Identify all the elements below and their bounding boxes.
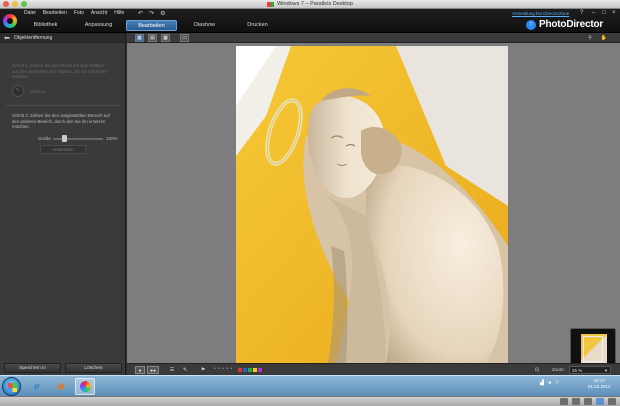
minimize-button[interactable]: – (592, 10, 595, 16)
object-removal-panel: ⬅ Objektentfernung Schritt 1: Ziehen Sie… (0, 33, 126, 375)
firefox-icon[interactable]: ◉ (51, 378, 71, 395)
bottom-toolbar: ● ●● ☰ ✎ ⚑ • • • • • ⊡ Zoom: 25 % ▼ (127, 363, 620, 375)
maximize-button[interactable]: □ (602, 10, 606, 16)
brand: ↑ PhotoDirector (526, 19, 603, 30)
label-yellow[interactable] (253, 368, 257, 372)
host-usb-icon[interactable] (572, 398, 580, 405)
tab-library[interactable]: Bibliothek (20, 20, 71, 31)
save-as-button[interactable]: Speichern in (4, 363, 61, 373)
clock[interactable]: 19:17 01.03.2012 (588, 378, 611, 390)
grid-view-icon[interactable]: ▦ (161, 34, 170, 42)
menu-bar: Datei Bearbeiten Foto Ansicht Hilfe (24, 10, 124, 16)
clock-date: 01.03.2012 (588, 384, 611, 389)
menu-photo[interactable]: Foto (74, 10, 84, 16)
photodirector-app: Datei Bearbeiten Foto Ansicht Hilfe ↶ ↷ … (0, 9, 620, 375)
apply-button[interactable]: Anwenden (40, 145, 86, 154)
window-controls (3, 1, 27, 7)
app-header: Datei Bearbeiten Foto Ansicht Hilfe ↶ ↷ … (0, 9, 620, 33)
brand-name: PhotoDirector (539, 19, 604, 30)
divider (6, 105, 120, 106)
menu-view[interactable]: Ansicht (91, 10, 107, 16)
panel-title: Objektentfernung (13, 34, 53, 41)
fullscreen-icon[interactable]: ▭ (180, 34, 189, 42)
color-labels[interactable] (238, 368, 262, 372)
panel-header: ⬅ Objektentfernung (0, 33, 125, 43)
size-slider-handle[interactable] (62, 135, 67, 142)
host-title-bar: Windows 7 – Parallels Desktop (0, 0, 620, 9)
register-link[interactable]: Anmeldung bei DirectorZone (512, 11, 569, 16)
label-purple[interactable] (258, 368, 262, 372)
flag-icon[interactable]: ⚑ (197, 366, 209, 374)
start-button[interactable] (2, 377, 21, 396)
app-logo-icon (3, 14, 17, 28)
size-label: Größe (38, 136, 51, 141)
volume-icon[interactable]: ◄ (547, 380, 552, 386)
brush-button[interactable]: ✎ (12, 85, 24, 97)
minimize-icon[interactable] (12, 1, 18, 7)
internet-explorer-icon[interactable]: ℯ (27, 378, 47, 395)
tab-slideshow[interactable]: Diashow (179, 20, 230, 31)
rating-stars[interactable]: • • • • • (214, 366, 233, 372)
host-keyboard-icon[interactable] (560, 398, 568, 405)
size-slider-track[interactable] (53, 138, 103, 140)
zoom-label: Zoom: (552, 367, 565, 372)
magnifier-icon[interactable]: ⚲ (585, 34, 595, 42)
host-display-icon[interactable] (596, 398, 604, 405)
host-settings-icon[interactable] (608, 398, 616, 405)
windows-taskbar: ℯ ◉ ▟ ◄ ⚐ 19:17 01.03.2012 (0, 375, 620, 396)
fit-icon[interactable]: ⊡ (532, 366, 542, 374)
step2-text: Schritt 2: Ziehen Sie den ausgewählten B… (12, 113, 110, 129)
delete-button[interactable]: Löschen (65, 363, 122, 373)
quick-tools: ↶ ↷ ⚙ (138, 10, 165, 17)
window-title: Windows 7 – Parallels Desktop (277, 1, 353, 7)
main-workspace: ▦ ▤ ▦ ▭ ⚲ ✋ ● ●● ☰ ✎ ⚑ • • • • • ⊡ Zoom:… (127, 33, 620, 375)
close-icon[interactable] (3, 1, 9, 7)
menu-file[interactable]: Datei (24, 10, 36, 16)
photodirector-task-icon[interactable] (75, 378, 95, 395)
hand-tool-icon[interactable]: ✋ (599, 34, 609, 42)
help-button[interactable]: ? (580, 10, 583, 16)
back-arrow-icon[interactable]: ⬅ (4, 34, 10, 42)
tab-print[interactable]: Drucken (232, 20, 283, 31)
single-person-icon[interactable]: ● (135, 366, 145, 374)
tab-edit[interactable]: Bearbeiten (126, 20, 177, 31)
zoom-value: 25 % (572, 368, 583, 373)
flag-tray-icon[interactable]: ⚐ (555, 380, 559, 386)
list-icon[interactable]: ☰ (167, 366, 177, 374)
panel-actions: Speichern in Löschen (0, 363, 126, 375)
label-blue[interactable] (243, 368, 247, 372)
parallels-flag-icon (267, 1, 275, 7)
label-green[interactable] (248, 368, 252, 372)
tab-adjustment[interactable]: Anpassung (73, 20, 124, 31)
single-view-icon[interactable]: ▦ (135, 34, 144, 42)
compare-view-icon[interactable]: ▤ (148, 34, 157, 42)
undo-icon[interactable]: ↶ (138, 10, 143, 17)
step1-text: Schritt 1: Ziehen Sie den Pinsel mit dem… (12, 63, 107, 79)
settings-gear-icon[interactable]: ⚙ (160, 10, 165, 17)
zoom-icon[interactable] (21, 1, 27, 7)
close-button[interactable]: × (612, 10, 616, 16)
redo-icon[interactable]: ↷ (149, 10, 154, 17)
module-tabs: Bibliothek Anpassung Bearbeiten Diashow … (20, 20, 285, 31)
host-network-icon[interactable] (584, 398, 592, 405)
host-status-bar (0, 396, 620, 406)
system-tray: ▟ ◄ ⚐ (540, 380, 559, 386)
navigator-viewport[interactable] (583, 336, 603, 362)
chevron-down-icon: ▼ (604, 368, 608, 373)
size-value: 100% (106, 136, 118, 141)
brand-upload-icon: ↑ (526, 19, 536, 30)
view-toolbar: ▦ ▤ ▦ ▭ ⚲ ✋ (127, 33, 620, 43)
people-icon[interactable]: ●● (147, 366, 159, 374)
photo-canvas[interactable] (236, 46, 508, 363)
brush-label: Stiftbus (30, 89, 46, 94)
label-red[interactable] (238, 368, 242, 372)
menu-edit[interactable]: Bearbeiten (43, 10, 67, 16)
statue-photo (236, 46, 508, 363)
menu-help[interactable]: Hilfe (114, 10, 124, 16)
network-icon[interactable]: ▟ (540, 380, 544, 386)
brush-tool-icon[interactable]: ✎ (180, 366, 190, 374)
zoom-select[interactable]: 25 % ▼ (569, 366, 611, 374)
windows-logo-icon (8, 383, 17, 392)
